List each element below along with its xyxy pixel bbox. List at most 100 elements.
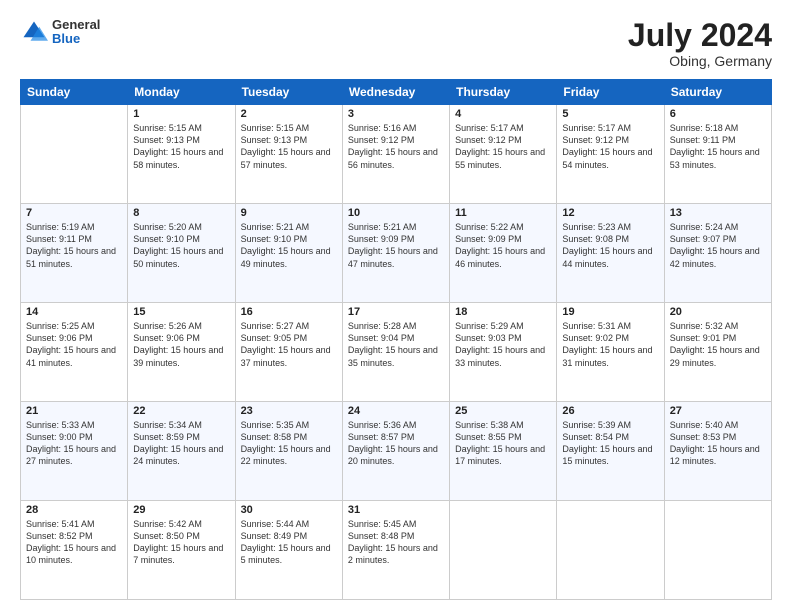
day-number: 4 bbox=[455, 108, 551, 120]
day-info: Sunrise: 5:28 AMSunset: 9:04 PMDaylight:… bbox=[348, 320, 444, 369]
day-info: Sunrise: 5:35 AMSunset: 8:58 PMDaylight:… bbox=[241, 419, 337, 468]
day-number: 7 bbox=[26, 207, 122, 219]
logo-general-text: General bbox=[52, 18, 100, 32]
day-number: 8 bbox=[133, 207, 229, 219]
calendar-cell: 3Sunrise: 5:16 AMSunset: 9:12 PMDaylight… bbox=[342, 105, 449, 204]
calendar-cell bbox=[664, 501, 771, 600]
day-number: 20 bbox=[670, 306, 766, 318]
calendar-week-1: 1 Sunrise: 5:15 AMSunset: 9:13 PMDaylight… bbox=[21, 105, 772, 204]
calendar-cell: 6 Sunrise: 5:18 AMSunset: 9:11 PMDaylight… bbox=[664, 105, 771, 204]
calendar-cell: 8Sunrise: 5:20 AMSunset: 9:10 PMDaylight… bbox=[128, 204, 235, 303]
calendar-cell: 16 Sunrise: 5:27 AMSunset: 9:05 PMDayligh… bbox=[235, 303, 342, 402]
day-number: 14 bbox=[26, 306, 122, 318]
day-info: Sunrise: 5:17 AMSunset: 9:12 PMDaylight:… bbox=[455, 122, 551, 171]
calendar-cell: 27Sunrise: 5:40 AMSunset: 8:53 PMDayligh… bbox=[664, 402, 771, 501]
calendar-cell: 2Sunrise: 5:15 AMSunset: 9:13 PMDaylight… bbox=[235, 105, 342, 204]
day-info: Sunrise: 5:22 AMSunset: 9:09 PMDaylight:… bbox=[455, 221, 551, 270]
day-number: 5 bbox=[562, 108, 658, 120]
calendar-col-saturday: Saturday bbox=[664, 80, 771, 105]
calendar-cell: 26 Sunrise: 5:39 AMSunset: 8:54 PMDayligh… bbox=[557, 402, 664, 501]
calendar-cell: 28 Sunrise: 5:41 AMSunset: 8:52 PMDayligh… bbox=[21, 501, 128, 600]
day-info: Sunrise: 5:42 AMSunset: 8:50 PMDaylight:… bbox=[133, 518, 229, 567]
day-number: 25 bbox=[455, 405, 551, 417]
calendar-col-sunday: Sunday bbox=[21, 80, 128, 105]
day-number: 15 bbox=[133, 306, 229, 318]
day-info: Sunrise: 5:32 AMSunset: 9:01 PMDaylight:… bbox=[670, 320, 766, 369]
day-info: Sunrise: 5:41 AMSunset: 8:52 PMDaylight:… bbox=[26, 518, 122, 567]
day-number: 29 bbox=[133, 504, 229, 516]
calendar-week-3: 14Sunrise: 5:25 AMSunset: 9:06 PMDayligh… bbox=[21, 303, 772, 402]
day-number: 26 bbox=[562, 405, 658, 417]
day-number: 31 bbox=[348, 504, 444, 516]
day-number: 11 bbox=[455, 207, 551, 219]
day-info: Sunrise: 5:17 AMSunset: 9:12 PMDaylight:… bbox=[562, 122, 658, 171]
calendar-cell: 11 Sunrise: 5:22 AMSunset: 9:09 PMDayligh… bbox=[450, 204, 557, 303]
calendar-cell: 17 Sunrise: 5:28 AMSunset: 9:04 PMDayligh… bbox=[342, 303, 449, 402]
calendar-cell: 21Sunrise: 5:33 AMSunset: 9:00 PMDayligh… bbox=[21, 402, 128, 501]
day-number: 17 bbox=[348, 306, 444, 318]
calendar-cell: 23 Sunrise: 5:35 AMSunset: 8:58 PMDayligh… bbox=[235, 402, 342, 501]
day-number: 13 bbox=[670, 207, 766, 219]
day-number: 23 bbox=[241, 405, 337, 417]
day-info: Sunrise: 5:27 AMSunset: 9:05 PMDaylight:… bbox=[241, 320, 337, 369]
day-info: Sunrise: 5:15 AMSunset: 9:13 PMDaylight:… bbox=[133, 122, 229, 171]
day-number: 10 bbox=[348, 207, 444, 219]
day-info: Sunrise: 5:18 AMSunset: 9:11 PMDaylight:… bbox=[670, 122, 766, 171]
logo-icon bbox=[20, 18, 48, 46]
calendar-cell: 5 Sunrise: 5:17 AMSunset: 9:12 PMDaylight… bbox=[557, 105, 664, 204]
calendar-cell: 7 Sunrise: 5:19 AMSunset: 9:11 PMDaylight… bbox=[21, 204, 128, 303]
day-number: 18 bbox=[455, 306, 551, 318]
day-info: Sunrise: 5:34 AMSunset: 8:59 PMDaylight:… bbox=[133, 419, 229, 468]
header: General Blue July 2024 Obing, Germany bbox=[20, 18, 772, 69]
day-info: Sunrise: 5:40 AMSunset: 8:53 PMDaylight:… bbox=[670, 419, 766, 468]
calendar-col-tuesday: Tuesday bbox=[235, 80, 342, 105]
day-info: Sunrise: 5:38 AMSunset: 8:55 PMDaylight:… bbox=[455, 419, 551, 468]
day-number: 22 bbox=[133, 405, 229, 417]
calendar-week-4: 21Sunrise: 5:33 AMSunset: 9:00 PMDayligh… bbox=[21, 402, 772, 501]
calendar-cell: 20 Sunrise: 5:32 AMSunset: 9:01 PMDayligh… bbox=[664, 303, 771, 402]
calendar-cell: 24Sunrise: 5:36 AMSunset: 8:57 PMDayligh… bbox=[342, 402, 449, 501]
day-info: Sunrise: 5:39 AMSunset: 8:54 PMDaylight:… bbox=[562, 419, 658, 468]
calendar-cell: 12 Sunrise: 5:23 AMSunset: 9:08 PMDayligh… bbox=[557, 204, 664, 303]
calendar-cell: 19 Sunrise: 5:31 AMSunset: 9:02 PMDayligh… bbox=[557, 303, 664, 402]
day-info: Sunrise: 5:44 AMSunset: 8:49 PMDaylight:… bbox=[241, 518, 337, 567]
day-number: 2 bbox=[241, 108, 337, 120]
logo-text: General Blue bbox=[52, 18, 100, 47]
logo: General Blue bbox=[20, 18, 100, 47]
day-number: 19 bbox=[562, 306, 658, 318]
day-number: 28 bbox=[26, 504, 122, 516]
calendar-col-monday: Monday bbox=[128, 80, 235, 105]
day-number: 9 bbox=[241, 207, 337, 219]
calendar-cell: 22 Sunrise: 5:34 AMSunset: 8:59 PMDayligh… bbox=[128, 402, 235, 501]
calendar-week-5: 28 Sunrise: 5:41 AMSunset: 8:52 PMDayligh… bbox=[21, 501, 772, 600]
day-number: 16 bbox=[241, 306, 337, 318]
day-info: Sunrise: 5:21 AMSunset: 9:09 PMDaylight:… bbox=[348, 221, 444, 270]
day-info: Sunrise: 5:26 AMSunset: 9:06 PMDaylight:… bbox=[133, 320, 229, 369]
calendar-week-2: 7 Sunrise: 5:19 AMSunset: 9:11 PMDaylight… bbox=[21, 204, 772, 303]
calendar-cell: 14Sunrise: 5:25 AMSunset: 9:06 PMDayligh… bbox=[21, 303, 128, 402]
day-info: Sunrise: 5:21 AMSunset: 9:10 PMDaylight:… bbox=[241, 221, 337, 270]
day-number: 30 bbox=[241, 504, 337, 516]
day-info: Sunrise: 5:19 AMSunset: 9:11 PMDaylight:… bbox=[26, 221, 122, 270]
calendar-cell: 15 Sunrise: 5:26 AMSunset: 9:06 PMDayligh… bbox=[128, 303, 235, 402]
calendar-cell: 10 Sunrise: 5:21 AMSunset: 9:09 PMDayligh… bbox=[342, 204, 449, 303]
day-number: 1 bbox=[133, 108, 229, 120]
title-block: July 2024 Obing, Germany bbox=[628, 18, 772, 69]
calendar-cell: 29 Sunrise: 5:42 AMSunset: 8:50 PMDayligh… bbox=[128, 501, 235, 600]
calendar-cell: 13Sunrise: 5:24 AMSunset: 9:07 PMDayligh… bbox=[664, 204, 771, 303]
calendar-table: SundayMondayTuesdayWednesdayThursdayFrid… bbox=[20, 79, 772, 600]
calendar-cell: 9 Sunrise: 5:21 AMSunset: 9:10 PMDaylight… bbox=[235, 204, 342, 303]
page: General Blue July 2024 Obing, Germany Su… bbox=[0, 0, 792, 612]
day-number: 12 bbox=[562, 207, 658, 219]
day-info: Sunrise: 5:33 AMSunset: 9:00 PMDaylight:… bbox=[26, 419, 122, 468]
day-info: Sunrise: 5:23 AMSunset: 9:08 PMDaylight:… bbox=[562, 221, 658, 270]
calendar-cell bbox=[450, 501, 557, 600]
location: Obing, Germany bbox=[628, 53, 772, 69]
day-info: Sunrise: 5:36 AMSunset: 8:57 PMDaylight:… bbox=[348, 419, 444, 468]
calendar-cell: 4 Sunrise: 5:17 AMSunset: 9:12 PMDaylight… bbox=[450, 105, 557, 204]
calendar-cell: 30 Sunrise: 5:44 AMSunset: 8:49 PMDayligh… bbox=[235, 501, 342, 600]
day-info: Sunrise: 5:31 AMSunset: 9:02 PMDaylight:… bbox=[562, 320, 658, 369]
day-info: Sunrise: 5:16 AMSunset: 9:12 PMDaylight:… bbox=[348, 122, 444, 171]
day-number: 6 bbox=[670, 108, 766, 120]
calendar-cell: 25 Sunrise: 5:38 AMSunset: 8:55 PMDayligh… bbox=[450, 402, 557, 501]
